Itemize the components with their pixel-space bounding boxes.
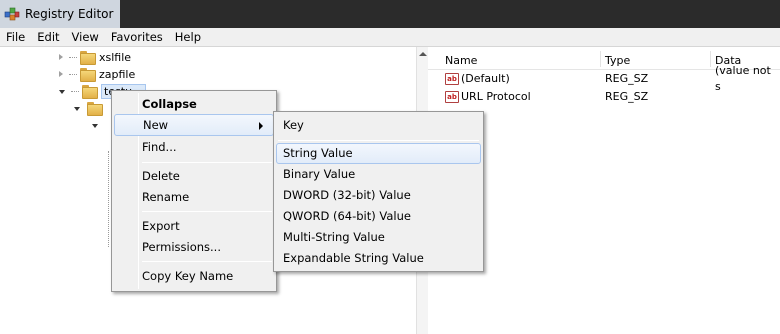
new-submenu: Key String Value Binary Value DWORD (32-…: [273, 111, 484, 272]
collapse-arrow-icon[interactable]: [74, 107, 80, 111]
menu-help[interactable]: Help: [169, 28, 207, 47]
menu-item-export[interactable]: Export: [114, 215, 274, 237]
value-name: URL Protocol: [461, 90, 531, 103]
menu-view[interactable]: View: [66, 28, 105, 47]
tree-connector: [69, 56, 77, 58]
window-title: Registry Editor: [25, 7, 114, 21]
submenu-item-string-value[interactable]: String Value: [276, 143, 481, 164]
tree-item-xslfile[interactable]: xslfile: [59, 49, 131, 65]
menu-separator: [278, 140, 479, 141]
menu-favorites[interactable]: Favorites: [105, 28, 169, 47]
submenu-item-key[interactable]: Key: [276, 115, 481, 136]
value-name: (Default): [461, 72, 510, 85]
list-row[interactable]: ab (Default): [445, 71, 510, 87]
column-header-type[interactable]: Type: [605, 53, 630, 69]
tree-guide-line: [108, 151, 109, 247]
menu-item-rename[interactable]: Rename: [114, 186, 274, 208]
submenu-item-binary-value[interactable]: Binary Value: [276, 164, 481, 185]
submenu-arrow-icon: [259, 122, 263, 130]
menu-edit[interactable]: Edit: [31, 28, 65, 47]
menu-item-label: New: [143, 118, 169, 132]
tree-item-zapfile[interactable]: zapfile: [59, 66, 135, 82]
expand-arrow-icon[interactable]: [59, 71, 63, 77]
submenu-item-dword-value[interactable]: DWORD (32-bit) Value: [276, 185, 481, 206]
expand-arrow-icon[interactable]: [59, 54, 63, 60]
registry-editor-icon: [4, 6, 20, 22]
menu-item-collapse[interactable]: Collapse: [114, 93, 274, 115]
title-bar[interactable]: Registry Editor: [0, 0, 780, 28]
column-header-name[interactable]: Name: [445, 53, 477, 69]
menu-separator: [142, 261, 272, 262]
tree-connector: [71, 90, 79, 92]
menu-separator: [142, 211, 272, 212]
submenu-item-qword-value[interactable]: QWORD (64-bit) Value: [276, 206, 481, 227]
menu-bar: File Edit View Favorites Help: [0, 28, 780, 47]
tree-item-label: zapfile: [99, 67, 136, 81]
value-type: REG_SZ: [605, 90, 649, 103]
menu-item-copy-key-name[interactable]: Copy Key Name: [114, 265, 274, 287]
tree-item-child[interactable]: [74, 100, 106, 116]
string-value-icon: ab: [445, 73, 459, 85]
tree-item-label: xslfile: [99, 50, 132, 64]
collapse-arrow-icon[interactable]: [59, 90, 65, 94]
folder-icon: [81, 85, 98, 99]
folder-icon: [86, 102, 103, 116]
menu-item-permissions[interactable]: Permissions...: [114, 236, 274, 258]
string-value-icon: ab: [445, 91, 459, 103]
title-area: Registry Editor: [0, 0, 120, 28]
folder-icon: [79, 51, 96, 65]
value-type: REG_SZ: [605, 72, 649, 85]
column-divider[interactable]: [710, 51, 711, 67]
scroll-up-arrow-icon[interactable]: [419, 52, 427, 56]
submenu-item-multi-string-value[interactable]: Multi-String Value: [276, 227, 481, 248]
submenu-item-expandable-string-value[interactable]: Expandable String Value: [276, 248, 481, 269]
tree-connector: [69, 73, 77, 75]
value-data: (value not s: [715, 64, 771, 93]
menu-file[interactable]: File: [0, 28, 31, 47]
folder-icon: [79, 68, 96, 82]
context-menu: Collapse New Find... Delete Rename Expor…: [111, 90, 277, 292]
collapse-arrow-icon[interactable]: [92, 124, 98, 128]
tree-item-grandchild[interactable]: [92, 117, 104, 133]
menu-item-delete[interactable]: Delete: [114, 165, 274, 187]
menu-separator: [142, 162, 272, 163]
list-row[interactable]: ab URL Protocol: [445, 89, 531, 105]
column-divider[interactable]: [600, 51, 601, 67]
menu-item-new[interactable]: New: [114, 114, 274, 136]
menu-item-find[interactable]: Find...: [114, 136, 274, 158]
